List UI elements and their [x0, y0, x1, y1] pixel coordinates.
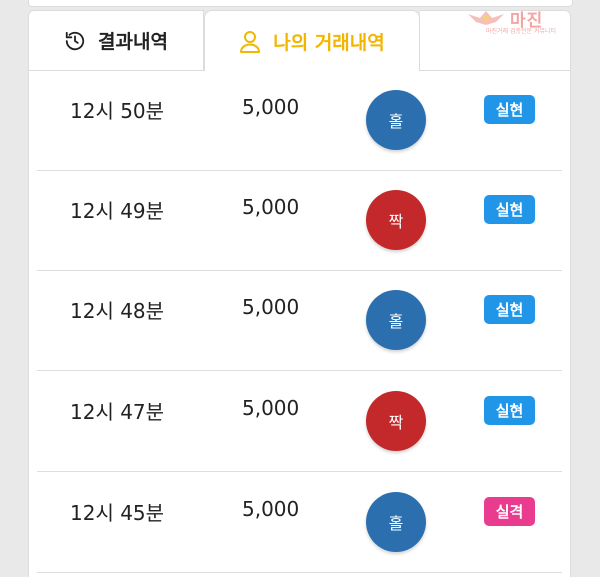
- transaction-row: 12시 47분 5,000 짝 실현: [37, 372, 562, 472]
- result-badge: 실현: [484, 295, 535, 324]
- tab-results-history-label: 결과내역: [98, 31, 168, 53]
- bet-time: 12시 48분: [70, 299, 165, 323]
- bet-time: 12시 50분: [70, 99, 165, 123]
- tab-my-transactions-label: 나의 거래내역: [273, 32, 385, 54]
- tab-results-history[interactable]: 결과내역: [28, 10, 204, 71]
- result-badge: 실현: [484, 95, 535, 124]
- result-badge: 실격: [484, 497, 535, 526]
- watermark-subtitle: 마진거래 검증전문 커뮤니티: [486, 28, 557, 35]
- pick-chip-even: 짝: [366, 190, 426, 250]
- result-badge: 실현: [484, 195, 535, 224]
- pick-chip-odd: 홀: [366, 492, 426, 552]
- pick-chip-even: 짝: [366, 391, 426, 451]
- bet-amount: 5,000: [242, 195, 300, 219]
- bet-time: 12시 45분: [70, 501, 165, 525]
- transaction-list: 12시 50분 5,000 홀 실현 12시 49분 5,000 짝 실현 12…: [28, 71, 571, 577]
- transaction-row: 12시 45분 5,000 홀 실격: [37, 473, 562, 573]
- result-badge: 실현: [484, 396, 535, 425]
- bet-amount: 5,000: [242, 396, 300, 420]
- transaction-row: 12시 49분 5,000 짝 실현: [37, 171, 562, 271]
- history-icon: [64, 30, 86, 52]
- user-icon: [239, 30, 261, 54]
- transaction-row: 12시 50분 5,000 홀 실현: [37, 71, 562, 171]
- bet-time: 12시 49분: [70, 199, 165, 223]
- tab-my-transactions[interactable]: 나의 거래내역: [204, 10, 420, 72]
- pick-chip-odd: 홀: [366, 290, 426, 350]
- bet-amount: 5,000: [242, 497, 300, 521]
- transaction-row: 12시 48분 5,000 홀 실현: [37, 271, 562, 371]
- bet-amount: 5,000: [242, 95, 300, 119]
- bet-amount: 5,000: [242, 295, 300, 319]
- site-watermark: 마진 마진거래 검증전문 커뮤니티: [466, 4, 596, 38]
- pick-chip-odd: 홀: [366, 90, 426, 150]
- bet-time: 12시 47분: [70, 400, 165, 424]
